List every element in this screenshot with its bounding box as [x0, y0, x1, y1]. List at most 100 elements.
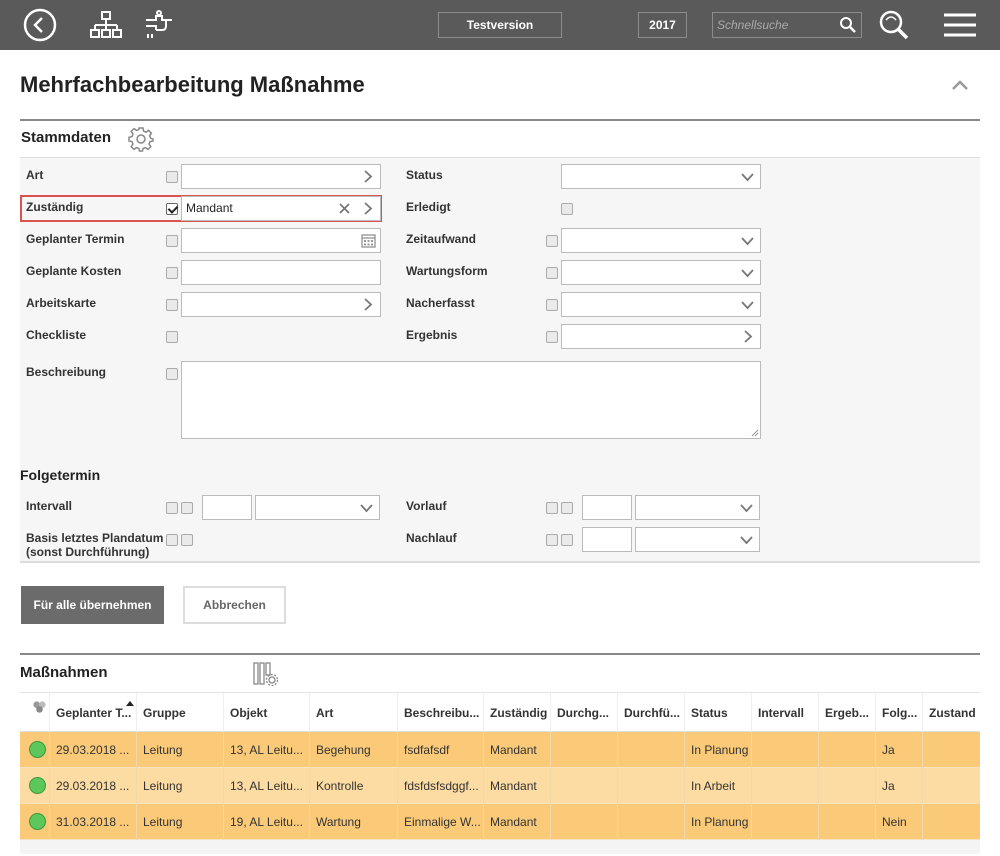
wartungsform-select[interactable] — [561, 260, 761, 285]
checkbox-nachlauf-b[interactable] — [561, 534, 573, 546]
checkbox-nacherfasst[interactable] — [546, 299, 558, 311]
label-beschreibung: Beschreibung — [26, 365, 107, 379]
art-selector[interactable] — [181, 164, 381, 189]
table-cell — [550, 732, 617, 768]
checkbox-zeitaufwand[interactable] — [546, 235, 558, 247]
column-header[interactable]: Durchfü... — [617, 693, 684, 733]
checkbox-art[interactable] — [166, 171, 178, 183]
chevron-down-icon[interactable] — [740, 233, 755, 248]
intervall-unit-select[interactable] — [255, 495, 380, 520]
vorlauf-unit-select[interactable] — [635, 495, 760, 520]
column-header[interactable]: Status — [684, 693, 751, 733]
table-cell: Einmalige W... — [397, 804, 483, 840]
year-selector[interactable]: 2017 — [638, 12, 687, 38]
zeitaufwand-select[interactable] — [561, 228, 761, 253]
nacherfasst-select[interactable] — [561, 292, 761, 317]
clear-icon[interactable] — [337, 201, 352, 216]
intervall-number-input[interactable] — [202, 495, 252, 520]
checkbox-nachlauf-a[interactable] — [546, 534, 558, 546]
table-cell: Wartung — [309, 804, 397, 840]
chevron-down-icon[interactable] — [740, 169, 755, 184]
chevron-down-icon[interactable] — [739, 500, 754, 515]
column-header[interactable]: Geplanter T... — [49, 693, 136, 733]
checkbox-checkliste[interactable] — [166, 331, 178, 343]
table-cell: 13, AL Leitu... — [223, 732, 309, 768]
vorlauf-number-input[interactable] — [582, 495, 632, 520]
checkbox-intervall-b[interactable] — [181, 502, 193, 514]
chevron-down-icon[interactable] — [359, 500, 374, 515]
checkbox-basis-a[interactable] — [166, 534, 178, 546]
nachlauf-number-input[interactable] — [582, 527, 632, 552]
geplanter-termin-input[interactable] — [181, 228, 381, 253]
column-settings-icon[interactable] — [253, 662, 279, 687]
chevron-down-icon[interactable] — [740, 297, 755, 312]
table-cell: 13, AL Leitu... — [223, 768, 309, 804]
checkbox-geplanter-termin[interactable] — [166, 235, 178, 247]
arbeitskarte-selector[interactable] — [181, 292, 381, 317]
back-icon[interactable] — [23, 8, 57, 42]
beschreibung-textarea[interactable] — [181, 361, 761, 439]
checkbox-zustaendig[interactable] — [166, 203, 178, 215]
table-cell: In Planung — [684, 804, 751, 840]
checkbox-basis-b[interactable] — [181, 534, 193, 546]
column-header[interactable]: Gruppe — [136, 693, 223, 733]
ergebnis-selector[interactable] — [561, 324, 761, 349]
version-badge[interactable]: Testversion — [438, 12, 562, 38]
search-icon[interactable] — [839, 16, 857, 34]
table-cell: 29.03.2018 ... — [49, 732, 136, 768]
checkbox-wartungsform[interactable] — [546, 267, 558, 279]
advanced-search-icon[interactable] — [876, 8, 910, 42]
chevron-right-icon[interactable] — [360, 201, 375, 216]
checkbox-vorlauf-b[interactable] — [561, 502, 573, 514]
label-vorlauf: Vorlauf — [406, 499, 447, 513]
table-footer — [20, 840, 980, 854]
chevron-up-icon[interactable] — [948, 74, 972, 98]
geplante-kosten-input[interactable] — [181, 260, 381, 285]
label-geplanter-termin: Geplanter Termin — [26, 232, 125, 246]
column-header[interactable]: Objekt — [223, 693, 309, 733]
checkbox-beschreibung[interactable] — [166, 368, 178, 380]
chevron-right-icon[interactable] — [360, 169, 375, 184]
table-cell: Leitung — [136, 732, 223, 768]
column-header[interactable]: Art — [309, 693, 397, 733]
column-header[interactable]: Folg... — [875, 693, 922, 733]
label-zustaendig: Zuständig — [26, 200, 84, 214]
cancel-button[interactable]: Abbrechen — [183, 586, 286, 624]
chevron-right-icon[interactable] — [360, 297, 375, 312]
table-cell: Leitung — [136, 768, 223, 804]
checkbox-erledigt[interactable] — [561, 203, 573, 215]
zustaendig-selector[interactable]: Mandant — [181, 196, 381, 221]
calendar-icon[interactable] — [361, 233, 376, 248]
checkbox-arbeitskarte[interactable] — [166, 299, 178, 311]
chevron-down-icon[interactable] — [740, 265, 755, 280]
hierarchy-icon[interactable] — [89, 8, 123, 42]
chevron-down-icon[interactable] — [739, 532, 754, 547]
table-cell — [751, 732, 818, 768]
table-cell: 29.03.2018 ... — [49, 768, 136, 804]
gear-icon[interactable] — [128, 126, 154, 152]
menu-icon[interactable] — [943, 8, 977, 42]
table-row[interactable]: 29.03.2018 ... Leitung 13, AL Leitu... Kont… — [20, 768, 980, 804]
status-cell — [20, 768, 49, 804]
checkbox-vorlauf-a[interactable] — [546, 502, 558, 514]
apply-all-button[interactable]: Für alle übernehmen — [21, 586, 164, 624]
checkbox-geplante-kosten[interactable] — [166, 267, 178, 279]
checkbox-ergebnis[interactable] — [546, 331, 558, 343]
checkbox-intervall-a[interactable] — [166, 502, 178, 514]
table-row[interactable]: 29.03.2018 ... Leitung 13, AL Leitu... Bege… — [20, 732, 980, 768]
column-header[interactable]: Beschreibu... — [397, 693, 483, 733]
column-header[interactable]: Ergeb... — [818, 693, 875, 733]
status-select[interactable] — [561, 164, 761, 189]
table-cell: In Planung — [684, 732, 751, 768]
table-row[interactable]: 31.03.2018 ... Leitung 19, AL Leitu... Wart… — [20, 804, 980, 840]
column-header[interactable]: Zustand — [922, 693, 980, 733]
pipe-faucet-icon[interactable] — [142, 8, 176, 42]
column-header[interactable]: Intervall — [751, 693, 818, 733]
nachlauf-unit-select[interactable] — [635, 527, 760, 552]
column-header[interactable]: Zuständig — [483, 693, 550, 733]
column-header[interactable]: Durchg... — [550, 693, 617, 733]
resize-grip-icon[interactable] — [751, 429, 759, 437]
chevron-right-icon[interactable] — [740, 329, 755, 344]
quick-search-input[interactable] — [717, 15, 835, 35]
quick-search — [712, 12, 862, 38]
